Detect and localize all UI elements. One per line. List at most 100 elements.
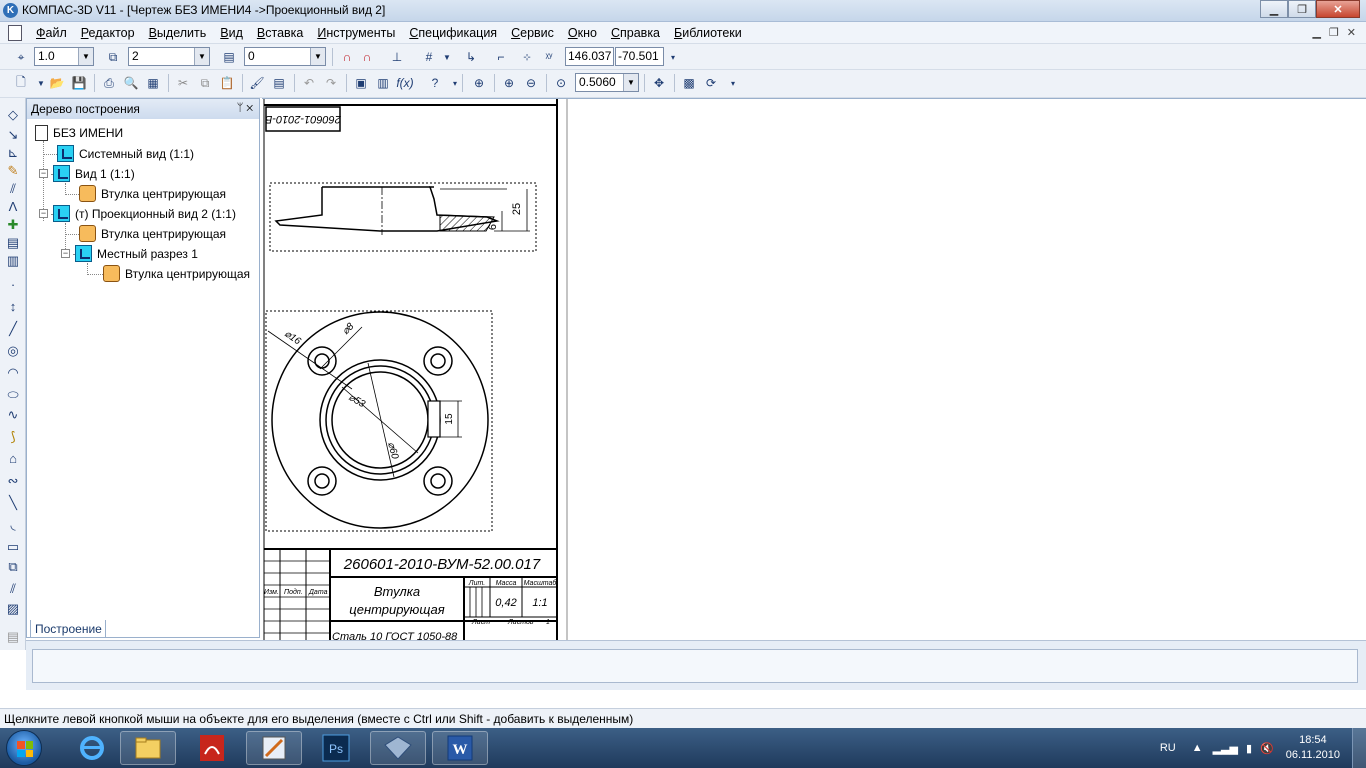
style-combo[interactable]: 0 ▼ [244,47,326,66]
ortho-icon[interactable]: ⊥ [388,48,406,66]
collapse-icon[interactable]: − [39,169,48,178]
tree-node-root[interactable]: БЕЗ ИМЕНИ [35,125,123,141]
report-tool-icon[interactable]: ▥ [4,252,22,270]
print-icon[interactable]: ⎙ [100,74,118,92]
coord-y-field[interactable]: -70.501 [615,47,664,66]
taskbar-kompas-viewer[interactable] [370,731,426,765]
menu-select[interactable]: Выделить [149,26,207,40]
menu-editor[interactable]: Редактор [81,26,135,40]
tree-node-system-view[interactable]: Системный вид (1:1) [57,145,194,162]
mdi-restore-button[interactable]: ❐ [1329,26,1339,39]
copy-icon[interactable]: ⧉ [196,74,214,92]
paste-icon[interactable]: 📋 [218,74,236,92]
taskbar-photoshop[interactable]: Ps [308,731,364,765]
ellipse-icon[interactable]: ⬭ [4,386,22,404]
style-icon[interactable]: ▤ [220,48,238,66]
volume-muted-icon[interactable]: 🔇 [1260,742,1274,755]
power-icon[interactable]: ▮ [1246,742,1252,755]
network-icon[interactable]: ▂▃▅ [1213,742,1238,755]
properties-icon[interactable]: ▤ [270,74,288,92]
collapse-icon[interactable]: − [39,209,48,218]
line-scale-combo[interactable]: 1.0 ▼ [34,47,94,66]
toolbar-overflow-icon[interactable]: ▾ [664,48,682,66]
language-indicator[interactable]: RU [1160,742,1176,754]
zoom-window-icon[interactable]: ⊕ [470,74,488,92]
zoom-combo[interactable]: 0.5060 ▼ [575,73,639,92]
edit-tool-icon[interactable]: ✎ [4,162,22,180]
menu-specification[interactable]: Спецификация [409,26,497,40]
open-folder-icon[interactable]: 📂 [48,74,66,92]
close-button[interactable]: ✕ [1316,0,1360,18]
dimensions-tool-icon[interactable]: ↘ [4,126,22,144]
menu-tools[interactable]: Инструменты [317,26,395,40]
new-document-icon[interactable]: 🗋 [12,74,30,92]
regenerate-icon[interactable]: ▩ [680,74,698,92]
frame-icon[interactable]: ▭ [4,538,22,556]
redo-icon[interactable]: ↷ [322,74,340,92]
menu-help[interactable]: Справка [611,26,660,40]
undo-icon[interactable]: ↶ [300,74,318,92]
menu-insert[interactable]: Вставка [257,26,303,40]
show-desktop-button[interactable] [1352,728,1366,768]
minimize-button[interactable]: ▁ [1260,0,1288,18]
cut-icon[interactable]: ✂ [174,74,192,92]
chamfer-icon[interactable]: ╲ [4,494,22,512]
point-icon[interactable]: · [4,276,22,294]
tree-node-local-section[interactable]: − Местный разрез 1 [61,245,198,262]
refresh-icon[interactable]: ⟳ [702,74,720,92]
fillet-icon[interactable]: ◟ [4,516,22,534]
geometry-tool-icon[interactable]: ◇ [4,106,22,124]
rectangle-icon[interactable]: ⌂ [4,450,22,468]
taskbar-ie[interactable] [64,731,120,765]
tree-node-part-3[interactable]: Втулка центрирующая [103,265,250,282]
local-cs-icon[interactable]: ↳ [462,48,480,66]
menu-window[interactable]: Окно [568,26,597,40]
parametrize-tool-icon[interactable]: ⫽ [4,180,22,198]
fill-icon[interactable]: ▨ [4,600,22,618]
magnet-local-icon[interactable]: ∩ [358,48,376,66]
print-layout-icon[interactable]: ▦ [144,74,162,92]
pin-icon[interactable]: ᛘ [237,102,244,114]
aux-line-icon[interactable]: ↕ [4,298,22,316]
tree-node-part-1[interactable]: Втулка центрирующая [79,185,226,202]
variables-icon[interactable]: ▥ [374,74,392,92]
designations-tool-icon[interactable]: ⊾ [4,144,22,162]
taskbar-word[interactable]: W [432,731,488,765]
layer-combo[interactable]: 2 ▼ [128,47,210,66]
mdi-minimize-button[interactable]: ▁ [1312,26,1320,39]
tree-node-projection-view2[interactable]: − (т) Проекционный вид 2 (1:1) [39,205,236,222]
magnet-icon[interactable]: ∩ [338,48,356,66]
format-painter-icon[interactable]: 🖌 [248,74,266,92]
grid-snap-icon[interactable]: ⌖ [12,48,30,66]
spec-tool-icon[interactable]: ▤ [4,234,22,252]
polyline-icon[interactable]: ⟆ [4,428,22,446]
tree-node-view1[interactable]: − Вид 1 (1:1) [39,165,135,182]
taskbar-kompas[interactable] [246,731,302,765]
maximize-button[interactable]: ❐ [1288,0,1316,18]
tree-node-part-2[interactable]: Втулка центрирующая [79,225,226,242]
zoom-out-icon[interactable]: ⊖ [522,74,540,92]
taskbar-explorer[interactable] [120,731,176,765]
layers-icon[interactable]: ⧉ [104,48,122,66]
collapse-icon[interactable]: − [61,249,70,258]
tab-build[interactable]: Построение [30,620,106,638]
contour-icon[interactable]: ∾ [4,472,22,490]
collapse-panel-icon[interactable]: ▤ [4,628,22,646]
chevron-down-icon[interactable]: ▼ [438,48,456,66]
start-button[interactable] [6,730,42,766]
ortho-mode-icon[interactable]: ⌐ [492,48,510,66]
select-tool-icon[interactable]: ✚ [4,216,22,234]
document-icon[interactable] [8,25,22,41]
clock[interactable]: 18:54 06.11.2010 [1286,733,1340,763]
help-pointer-icon[interactable]: ? [426,74,444,92]
preview-icon[interactable]: 🔍 [122,74,140,92]
toolbar-overflow-icon[interactable]: ▾ [724,74,742,92]
measure-tool-icon[interactable]: Λ [4,198,22,216]
segment-icon[interactable]: ╱ [4,320,22,338]
manager-icon[interactable]: ▣ [352,74,370,92]
menu-libraries[interactable]: Библиотеки [674,26,742,40]
mdi-close-button[interactable]: ✕ [1347,26,1356,39]
view-icon[interactable]: ⧉ [4,558,22,576]
arc-icon[interactable]: ◠ [4,364,22,382]
pan-icon[interactable]: ✥ [650,74,668,92]
